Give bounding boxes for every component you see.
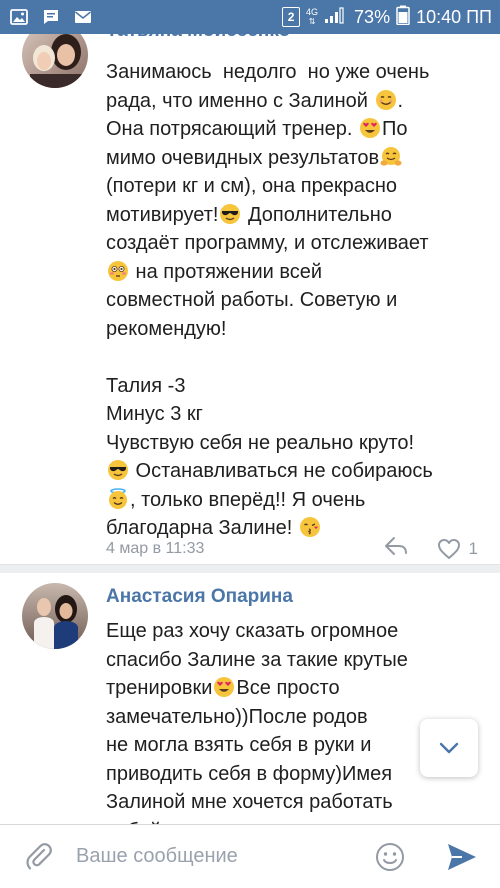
signal-icon	[324, 6, 348, 29]
comment-line: тренировки Все просто	[106, 676, 340, 699]
sim-icon: 2	[282, 7, 301, 27]
heart-eyes-emoji	[213, 676, 235, 698]
emoji-button[interactable]	[372, 839, 408, 875]
comment-divider	[0, 564, 500, 573]
avatar[interactable]	[22, 34, 88, 88]
message-input[interactable]	[76, 839, 356, 873]
comments-feed[interactable]: Татьяна Моисеенко Занимаюсь недолго но у…	[0, 34, 500, 824]
comment-line: собой, ты нереально мотивируешь	[106, 817, 482, 825]
like-count: 1	[468, 538, 478, 558]
comment-line: спасибо Залине за такие крутые	[106, 648, 408, 671]
comment-line: на протяжении всей	[106, 258, 482, 287]
sunglasses-face-emoji	[219, 203, 241, 225]
send-button[interactable]	[444, 839, 480, 875]
comment-line: Занимаюсь недолго но уже очень	[106, 61, 430, 83]
network-type-label: 4G	[306, 7, 319, 17]
comment-line: Чувствую себя не реально круто!	[106, 431, 415, 454]
comment-author[interactable]: Анастасия Опарина	[106, 586, 293, 608]
chevron-down-icon	[439, 742, 459, 754]
clock: 10:40 ПП	[416, 6, 492, 27]
comment-line: мимо очевидных результатов	[106, 144, 482, 173]
comment-line: Останавливаться не собираюсь	[106, 457, 482, 486]
smiling-face-emoji	[375, 89, 397, 111]
mail-notification-icon	[72, 6, 94, 28]
paperclip-icon	[26, 843, 52, 870]
comment-date: 4 мар в 11:33	[106, 540, 205, 557]
comment: Анастасия Опарина Еще раз хочу сказать о…	[0, 573, 500, 824]
comment-line: (потери кг и см), она прекрасно	[106, 175, 398, 197]
attach-button[interactable]	[22, 839, 56, 873]
scroll-down-button[interactable]	[420, 719, 478, 777]
comment-line: Она потрясающий тренер. По	[106, 117, 408, 140]
battery-icon	[396, 5, 410, 30]
hugging-face-emoji	[380, 146, 402, 168]
avatar[interactable]	[22, 583, 88, 649]
comment-line: Залиной мне хочется работать	[106, 791, 393, 813]
message-composer	[0, 824, 500, 888]
comment-text: Занимаюсь недолго но уже очень рада, что …	[106, 58, 482, 543]
smiley-icon	[376, 843, 404, 871]
comment-author[interactable]: Татьяна Моисеенко	[106, 34, 290, 42]
reply-icon[interactable]	[383, 536, 409, 561]
comment-line: Еще раз хочу сказать огромное	[106, 620, 399, 642]
comment: Татьяна Моисеенко Занимаюсь недолго но у…	[0, 34, 500, 584]
comment-line: , только вперёд!! Я очень	[106, 486, 482, 515]
comment-line: создаёт программу, и отслеживает	[106, 232, 429, 254]
heart-icon	[437, 538, 460, 559]
halo-face-emoji	[107, 487, 129, 510]
comment-line: рада, что именно с Залиной .	[106, 89, 404, 112]
comment-line: мотивирует! Дополнительно	[106, 203, 392, 226]
system-status: 2 4G ⇅ 73% 10:40 ПП	[282, 5, 492, 30]
image-notification-icon	[8, 6, 30, 28]
kissing-face-emoji	[299, 516, 321, 538]
flushed-face-emoji	[107, 260, 129, 282]
heart-eyes-emoji	[359, 117, 381, 139]
sunglasses-face-emoji	[107, 459, 129, 481]
network-type: 4G ⇅	[306, 7, 319, 27]
comment-actions: 1	[383, 536, 478, 561]
message-notification-icon	[40, 6, 62, 28]
notification-icons	[8, 6, 94, 28]
send-icon	[448, 844, 476, 870]
comment-line	[106, 343, 482, 372]
comment-line: Минус 3 кг	[106, 403, 203, 425]
comment-line: рекомендую!	[106, 317, 227, 340]
status-bar: 2 4G ⇅ 73% 10:40 ПП	[0, 0, 500, 34]
comment-line: совместной работы. Советую и	[106, 289, 398, 311]
like-button[interactable]: 1	[437, 538, 478, 560]
battery-percent: 73%	[354, 6, 391, 27]
comment-line: Талия -3	[106, 374, 186, 397]
